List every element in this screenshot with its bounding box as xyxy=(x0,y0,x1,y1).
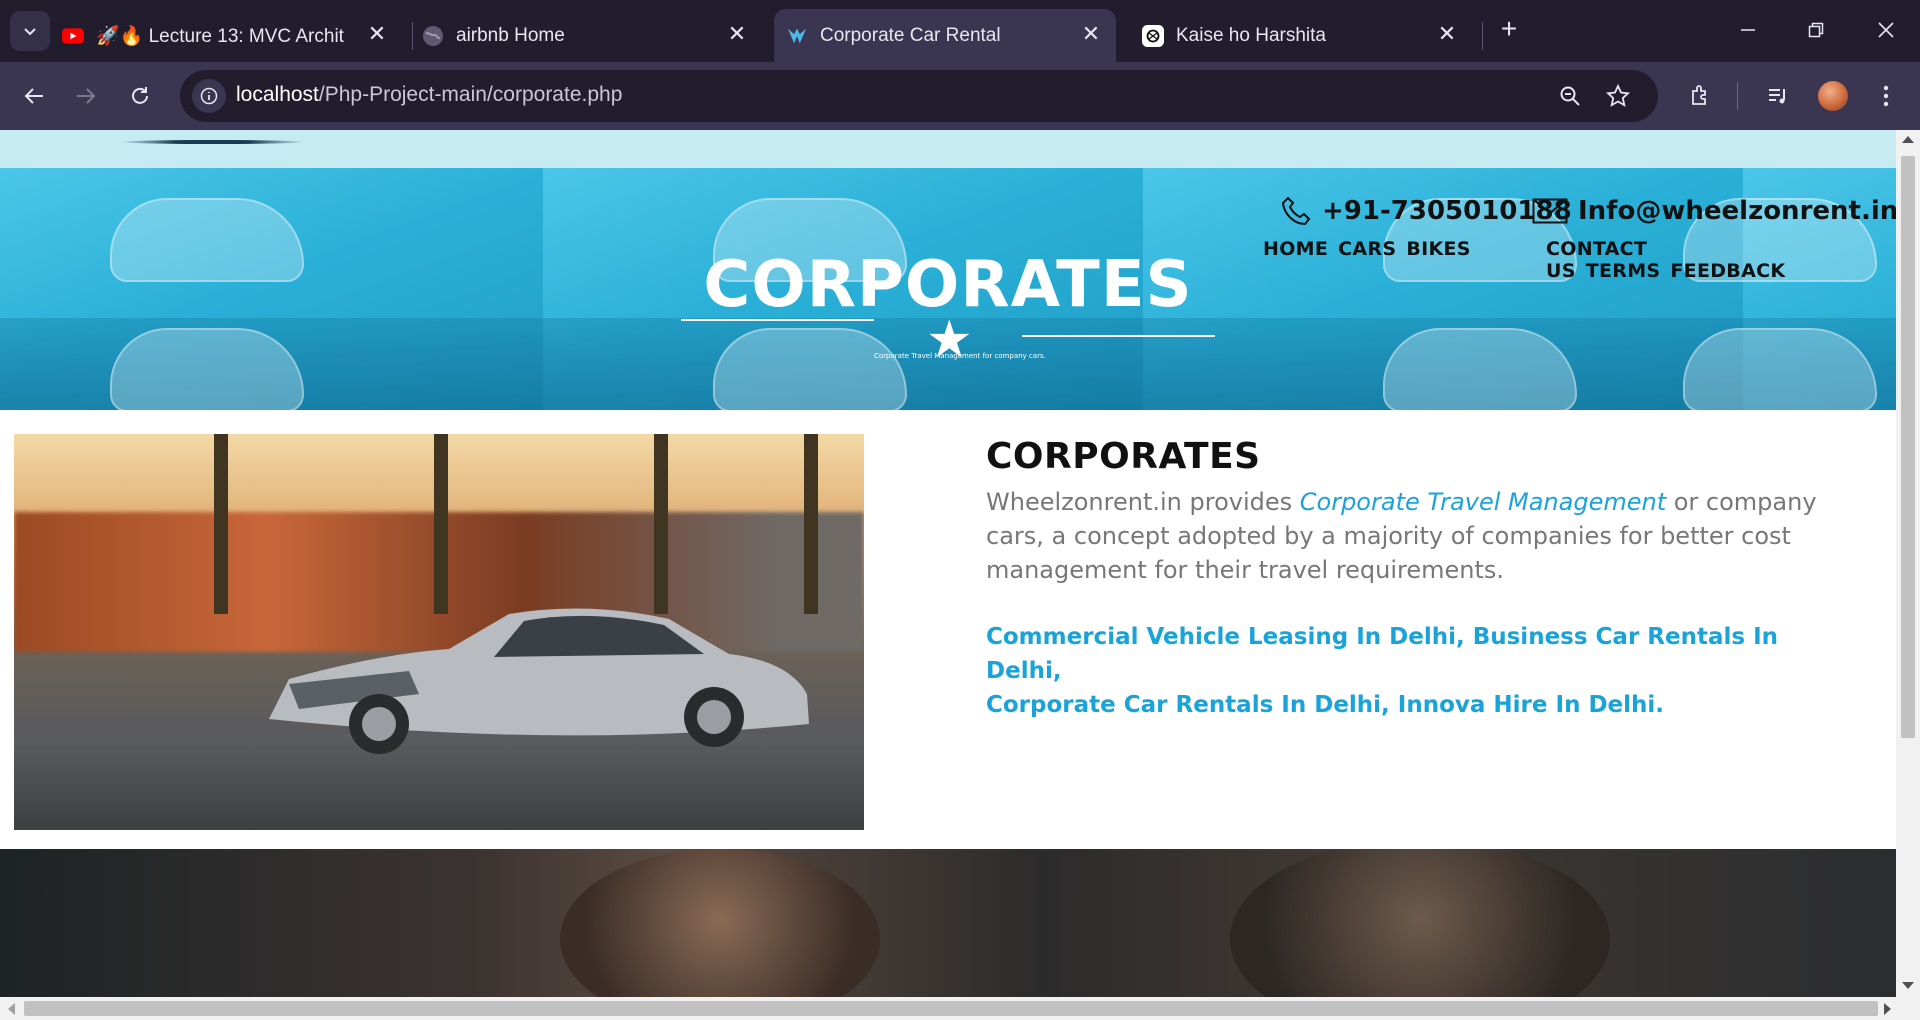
site-info-icon[interactable] xyxy=(192,79,226,113)
forward-button[interactable] xyxy=(66,76,106,116)
url-text[interactable]: localhost/Php-Project-main/corporate.php xyxy=(236,83,622,107)
service-links: Commercial Vehicle Leasing In Delhi, Bus… xyxy=(986,620,1846,722)
email-address: Info@wheelzonrent.in xyxy=(1578,196,1896,226)
scroll-down-icon[interactable] xyxy=(1902,982,1914,989)
business-people-banner xyxy=(0,849,1896,997)
horizontal-scrollbar[interactable] xyxy=(0,997,1920,1020)
globe-icon xyxy=(422,25,444,47)
vertical-scrollbar[interactable] xyxy=(1896,130,1920,997)
car-silhouette xyxy=(110,328,304,410)
tab-title: Kaise ho Harshita xyxy=(1176,24,1326,46)
tab-separator xyxy=(412,22,413,50)
chevron-down-icon xyxy=(24,28,36,36)
scroll-up-icon[interactable] xyxy=(1902,136,1914,143)
car-silhouette xyxy=(1683,328,1877,410)
reload-button[interactable] xyxy=(120,76,160,116)
tab-title: 🚀🔥 Lecture 13: MVC Architec xyxy=(96,25,344,47)
zoom-icon[interactable] xyxy=(1556,82,1584,110)
section-heading: CORPORATES xyxy=(986,436,1261,477)
chatgpt-icon xyxy=(1142,24,1164,47)
corporate-car-photo xyxy=(14,434,864,830)
close-icon xyxy=(1878,22,1894,38)
minimize-button[interactable] xyxy=(1720,8,1776,52)
intro-paragraph: Wheelzonrent.in provides Corporate Trave… xyxy=(986,485,1846,587)
divider-line-right xyxy=(1022,335,1215,337)
scroll-left-icon[interactable] xyxy=(8,1003,15,1015)
site-logo[interactable] xyxy=(120,140,305,144)
vertical-scroll-thumb[interactable] xyxy=(1901,156,1915,738)
arrow-right-icon xyxy=(77,88,96,104)
phone-contact[interactable]: +91-7305010188 xyxy=(1280,196,1572,226)
tab-corporate-car-rental[interactable]: Corporate Car Rental ✕ xyxy=(774,9,1116,62)
service-links-line-2[interactable]: Corporate Car Rentals In Delhi, Innova H… xyxy=(986,688,1846,722)
arrow-left-icon xyxy=(24,88,43,104)
back-button[interactable] xyxy=(14,76,54,116)
tab-search-button[interactable] xyxy=(10,11,50,51)
close-tab-icon[interactable]: ✕ xyxy=(366,21,388,46)
hero-subtitle: Corporate Travel Management for company … xyxy=(874,352,1046,360)
tab-title: Corporate Car Rental xyxy=(820,24,1001,46)
service-links-line-1[interactable]: Commercial Vehicle Leasing In Delhi, Bus… xyxy=(986,620,1846,688)
scroll-right-icon[interactable] xyxy=(1884,1003,1891,1015)
tab-chatgpt[interactable]: Kaise ho Harshita ✕ xyxy=(1132,9,1472,62)
para-text-start: Wheelzonrent.in provides xyxy=(986,488,1300,516)
car-silhouette xyxy=(713,328,907,410)
close-tab-icon[interactable]: ✕ xyxy=(1436,21,1458,46)
close-window-button[interactable] xyxy=(1858,8,1914,52)
menu-kebab-icon[interactable] xyxy=(1870,80,1902,112)
restore-button[interactable] xyxy=(1788,8,1844,52)
profile-avatar[interactable] xyxy=(1818,81,1848,111)
browser-toolbar: localhost/Php-Project-main/corporate.php xyxy=(0,62,1920,130)
url-path: /Php-Project-main/corporate.php xyxy=(318,83,623,106)
tab-title: airbnb Home xyxy=(456,24,565,46)
hero-banner: +91-7305010188 Info@wheelzonrent.in HOME… xyxy=(0,168,1896,410)
extensions-icon[interactable] xyxy=(1684,80,1716,112)
sedan-image xyxy=(269,608,809,754)
close-tab-icon[interactable]: ✕ xyxy=(1080,21,1102,46)
tab-separator xyxy=(1482,22,1483,50)
url-host: localhost xyxy=(236,83,319,106)
minimize-icon xyxy=(1741,29,1755,31)
phone-icon xyxy=(1280,196,1312,226)
top-band xyxy=(0,130,1896,168)
tab-airbnb[interactable]: airbnb Home ✕ xyxy=(422,9,762,62)
restore-icon xyxy=(1808,22,1824,38)
horizontal-scroll-thumb[interactable] xyxy=(24,1001,1878,1016)
close-tab-icon[interactable]: ✕ xyxy=(726,21,748,46)
tab-lecture[interactable]: 🚀🔥 Lecture 13: MVC Architec ✕ xyxy=(62,9,402,62)
car-silhouette xyxy=(1383,328,1577,410)
page-viewport: +91-7305010188 Info@wheelzonrent.in HOME… xyxy=(0,130,1896,997)
browser-tab-strip: 🚀🔥 Lecture 13: MVC Architec ✕ airbnb Hom… xyxy=(0,0,1920,62)
plus-icon: + xyxy=(1500,13,1518,44)
divider-line-left xyxy=(681,319,874,321)
email-contact[interactable]: Info@wheelzonrent.in xyxy=(1532,196,1896,226)
bookmark-star-icon[interactable] xyxy=(1604,82,1632,110)
youtube-icon xyxy=(62,25,84,47)
site-logo-icon xyxy=(786,25,808,47)
mail-icon xyxy=(1532,198,1568,224)
reload-icon xyxy=(132,87,148,104)
toolbar-separator xyxy=(1737,82,1738,110)
media-control-icon[interactable] xyxy=(1762,80,1794,112)
new-tab-button[interactable]: + xyxy=(1492,12,1526,46)
corporate-travel-link[interactable]: Corporate Travel Management xyxy=(1300,488,1666,516)
address-bar[interactable]: localhost/Php-Project-main/corporate.php xyxy=(180,70,1658,122)
